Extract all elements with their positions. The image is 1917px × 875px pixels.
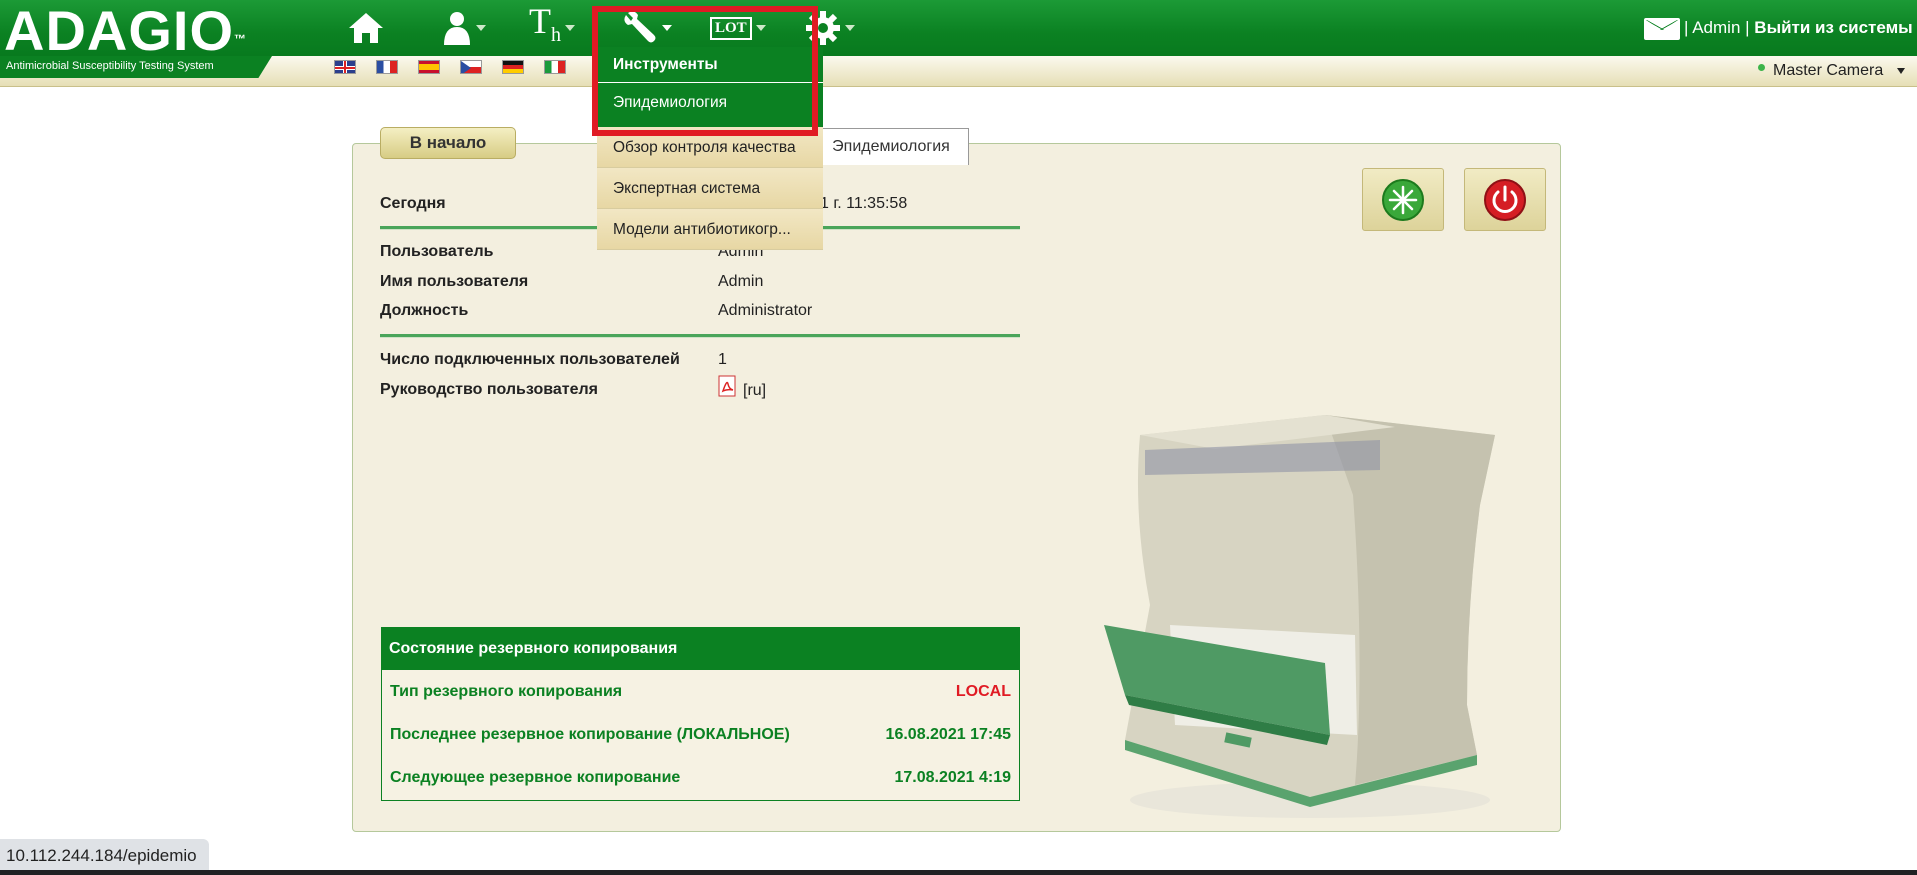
camera-selector[interactable]: Master Camera: [1758, 62, 1906, 80]
flag-fr-icon[interactable]: [376, 60, 398, 74]
power-icon: [1484, 178, 1526, 221]
current-user-link[interactable]: Admin: [1692, 18, 1740, 37]
top-navigation-bar: [0, 0, 1917, 56]
backup-row: Следующее резервное копирование 17.08.20…: [390, 769, 1011, 789]
nav-tools-menu[interactable]: [620, 8, 672, 48]
user-line: | Admin | Выйти из системы: [1684, 18, 1913, 38]
menu-item-quality-control[interactable]: Обзор контроля качества: [597, 127, 823, 168]
logout-link[interactable]: Выйти из системы: [1754, 18, 1912, 37]
home-icon: [349, 13, 383, 43]
backup-status-title: Состояние резервного копирования: [382, 628, 1019, 670]
sparkle-icon: [1382, 178, 1424, 221]
status-dot-icon: [1758, 64, 1765, 71]
text-icon: Th: [529, 1, 561, 46]
last-backup-label: Последнее резервное копирование (ЛОКАЛЬН…: [390, 726, 790, 743]
nav-settings-menu[interactable]: [805, 8, 855, 48]
power-button[interactable]: [1464, 168, 1546, 231]
tools-dropdown-menu: Инструменты Эпидемиология Обзор контроля…: [597, 47, 823, 250]
connected-users-label: Число подключенных пользователей: [380, 351, 680, 368]
start-button[interactable]: [1362, 168, 1444, 231]
nav-lot-menu[interactable]: LOT: [710, 8, 766, 48]
language-bar: [0, 56, 1917, 87]
user-manual-label: Руководство пользователя: [380, 381, 598, 398]
menu-item-expert-system[interactable]: Экспертная система: [597, 168, 823, 209]
tab-epidemiology[interactable]: Эпидемиология: [813, 128, 969, 165]
next-backup-value: 17.08.2021 4:19: [894, 769, 1011, 786]
flag-en-icon[interactable]: [334, 60, 356, 74]
separator: |: [1745, 18, 1750, 37]
status-bar-url: 10.112.244.184/epidemio: [0, 839, 209, 872]
language-flags: [334, 60, 566, 74]
chevron-down-icon: [845, 25, 855, 31]
role-label: Должность: [380, 302, 469, 319]
connected-users-value: 1: [718, 351, 727, 368]
app-logo: ADAGIO™: [4, 0, 246, 62]
pdf-icon[interactable]: [718, 375, 738, 397]
username-label: Имя пользователя: [380, 273, 529, 290]
instrument-image: [1104, 415, 1495, 818]
menu-item-antibiogram-models[interactable]: Модели антибиотикогр...: [597, 209, 823, 250]
camera-label: Master Camera: [1773, 62, 1884, 79]
nav-text-menu[interactable]: Th: [529, 3, 575, 48]
mail-icon[interactable]: [1644, 18, 1680, 40]
chevron-down-icon: [476, 25, 486, 31]
lot-icon: LOT: [710, 16, 752, 40]
chevron-down-icon: [662, 25, 672, 31]
backup-row: Тип резервного копирования LOCAL: [390, 683, 1011, 703]
last-backup-value: 16.08.2021 17:45: [885, 726, 1011, 743]
flag-es-icon[interactable]: [418, 60, 440, 74]
chevron-down-icon: [755, 25, 766, 31]
today-label: Сегодня: [380, 195, 446, 212]
menu-item-epidemiology[interactable]: Эпидемиология: [597, 83, 823, 127]
app-logo-subtitle: Antimicrobial Susceptibility Testing Sys…: [6, 60, 214, 72]
wrench-icon: [624, 11, 656, 43]
separator: |: [1684, 18, 1689, 37]
nav-home[interactable]: [347, 8, 385, 48]
backup-type-label: Тип резервного копирования: [390, 683, 623, 700]
user-manual-link[interactable]: [ru]: [743, 382, 766, 400]
backup-type-value: LOCAL: [955, 683, 1011, 700]
nav-user-menu[interactable]: [442, 8, 486, 48]
gear-icon: [806, 11, 840, 45]
user-icon: [444, 12, 470, 45]
backup-row: Последнее резервное копирование (ЛОКАЛЬН…: [390, 726, 1011, 746]
flag-cz-icon[interactable]: [460, 60, 482, 74]
user-label: Пользователь: [380, 243, 494, 260]
next-backup-label: Следующее резервное копирование: [390, 769, 681, 786]
menu-header-tools: Инструменты: [597, 47, 823, 83]
flag-de-icon[interactable]: [502, 60, 524, 74]
username-value: Admin: [718, 273, 764, 290]
backup-status-panel: Состояние резервного копирования Тип рез…: [381, 627, 1020, 801]
today-value: 1 г. 11:35:58: [820, 195, 908, 212]
window-bottom-edge: [0, 870, 1917, 875]
divider: [380, 334, 1020, 337]
chevron-down-icon: [565, 25, 575, 31]
flag-it-icon[interactable]: [544, 60, 566, 74]
role-value: Administrator: [718, 302, 813, 319]
chevron-down-icon: [1897, 67, 1906, 74]
home-tab-button[interactable]: В начало: [380, 127, 516, 159]
